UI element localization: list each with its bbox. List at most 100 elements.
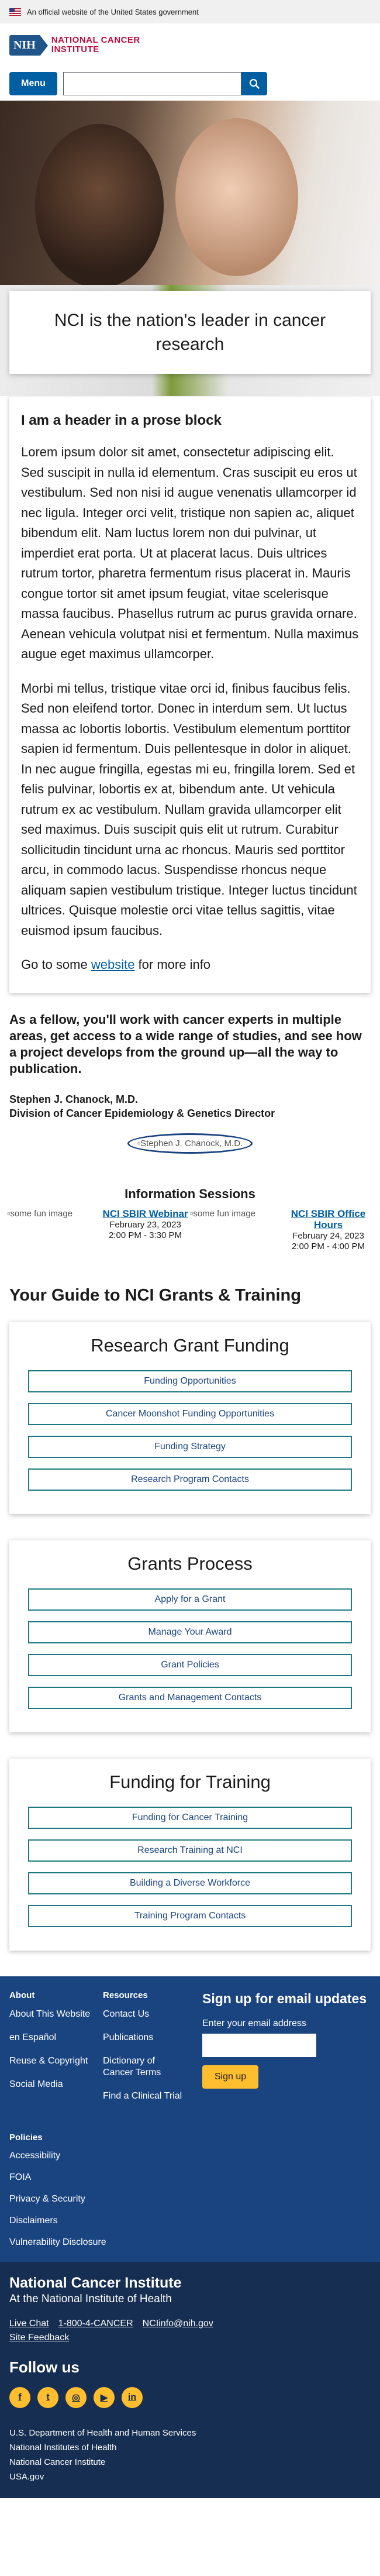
signup-button[interactable]: Sign up	[202, 2065, 258, 2089]
prose-link-line: Go to some website for more info	[21, 957, 211, 972]
session-time: 2:00 PM - 4:00 PM	[291, 1241, 365, 1251]
menu-button[interactable]: Menu	[9, 72, 57, 95]
quote-author-name: Stephen J. Chanock, M.D.	[9, 1093, 139, 1105]
logo-line2: INSTITUTE	[51, 44, 99, 54]
nih-logo-box: NIH	[9, 35, 48, 56]
instagram-icon[interactable]: ◎	[65, 2386, 87, 2408]
footer-link[interactable]: USA.gov	[9, 2470, 371, 2484]
prose-block: I am a header in a prose block Lorem ips…	[9, 396, 371, 993]
facebook-icon[interactable]: f	[9, 2386, 30, 2408]
hhs-links: U.S. Department of Health and Human Serv…	[9, 2426, 371, 2484]
signup-heading: Sign up for email updates	[202, 1990, 367, 2006]
session-date: February 23, 2023	[109, 1219, 181, 1230]
card-link[interactable]: Cancer Moonshot Funding Opportunities	[28, 1402, 352, 1425]
phone-link[interactable]: 1-800-4-CANCER	[58, 2319, 133, 2329]
quote-author-division: Division of Cancer Epidemiology & Geneti…	[9, 1107, 275, 1119]
footer-link[interactable]: Publications	[103, 2032, 185, 2044]
prose-heading: I am a header in a prose block	[21, 412, 222, 428]
search-input[interactable]	[63, 72, 241, 95]
logo-text: NATIONAL CANCER INSTITUTE	[51, 36, 140, 54]
footer-resources: Resources Contact Us Publications Dictio…	[103, 1990, 185, 2114]
email-field[interactable]	[202, 2033, 316, 2057]
twitter-icon[interactable]: t	[37, 2386, 58, 2408]
card-link[interactable]: Training Program Contacts	[28, 1904, 352, 1927]
card-link[interactable]: Grants and Management Contacts	[28, 1686, 352, 1709]
footer-link[interactable]: U.S. Department of Health and Human Serv…	[9, 2426, 371, 2440]
hero-image-person-left	[35, 124, 164, 288]
agency-subtitle: At the National Institute of Health	[9, 2292, 172, 2305]
website-link[interactable]: website	[91, 957, 135, 972]
footer-bottom: National Cancer Institute At the Nationa…	[0, 2261, 380, 2498]
footer-heading: Resources	[103, 1990, 148, 2000]
session-time: 2:00 PM - 3:30 PM	[108, 1230, 182, 1240]
card-link[interactable]: Research Program Contacts	[28, 1468, 352, 1491]
session-image: ▫some fun image	[7, 1208, 73, 1219]
hero: NCI is the nation's leader in cancer res…	[0, 101, 380, 396]
nci-logo[interactable]: NIH NATIONAL CANCER INSTITUTE	[9, 35, 140, 56]
site-feedback-link[interactable]: Site Feedback	[9, 2333, 69, 2343]
gov-banner: An official website of the United States…	[0, 0, 380, 23]
youtube-icon[interactable]: ▶	[94, 2386, 115, 2408]
card-title: Research Grant Funding	[91, 1335, 289, 1356]
card-link[interactable]: Building a Diverse Workforce	[28, 1872, 352, 1894]
fellowship-quote: As a fellow, you'll work with cancer exp…	[0, 993, 380, 1154]
session-item: ▫some fun image NCI SBIR Office Hours Fe…	[190, 1208, 373, 1252]
footer-link[interactable]: Privacy & Security	[9, 2194, 371, 2204]
nav-bar: Menu	[0, 67, 380, 101]
card-link[interactable]: Grant Policies	[28, 1653, 352, 1676]
info-sessions: ▫some fun image NCI SBIR Webinar Februar…	[0, 1208, 380, 1252]
card-link[interactable]: Funding for Cancer Training	[28, 1806, 352, 1829]
footer-link[interactable]: About This Website	[9, 2008, 91, 2020]
hero-title: NCI is the nation's leader in cancer res…	[9, 291, 371, 374]
prose-paragraph: Lorem ipsum dolor sit amet, consectetur …	[21, 445, 359, 661]
social-links: f t ◎ ▶ in	[9, 2386, 371, 2408]
footer-link[interactable]: Disclaimers	[9, 2216, 371, 2226]
session-date: February 24, 2023	[292, 1230, 364, 1241]
footer-link[interactable]: Social Media	[9, 2079, 91, 2090]
us-flag-icon	[9, 8, 21, 16]
card-link[interactable]: Funding Strategy	[28, 1435, 352, 1458]
footer-link[interactable]: National Cancer Institute	[9, 2455, 371, 2470]
linkedin-icon[interactable]: in	[122, 2386, 143, 2408]
footer-heading: About	[9, 1990, 35, 2000]
email-label: Enter your email address	[202, 2018, 306, 2028]
search-icon	[249, 78, 260, 89]
card-title: Grants Process	[127, 1553, 253, 1574]
follow-us-heading: Follow us	[9, 2358, 80, 2376]
footer-link[interactable]: Accessibility	[9, 2151, 371, 2161]
prose-paragraph: Morbi mi tellus, tristique vitae orci id…	[21, 680, 357, 938]
quote-text: As a fellow, you'll work with cancer exp…	[9, 1012, 362, 1076]
footer-link[interactable]: en Español	[9, 2032, 91, 2044]
agency-name: National Cancer Institute	[9, 2274, 182, 2291]
footer-policies: Policies Accessibility FOIA Privacy & Se…	[9, 2133, 371, 2248]
card-link[interactable]: Apply for a Grant	[28, 1588, 352, 1611]
card-link[interactable]: Research Training at NCI	[28, 1839, 352, 1862]
author-portrait-image: ▫Stephen J. Chanock, M.D.	[127, 1133, 253, 1154]
guide-title: Your Guide to NCI Grants & Training	[9, 1285, 301, 1305]
footer-link[interactable]: Dictionary of Cancer Terms	[103, 2055, 185, 2079]
session-link[interactable]: NCI SBIR Webinar	[102, 1208, 188, 1219]
search-button[interactable]	[241, 72, 267, 95]
footer-link[interactable]: Contact Us	[103, 2008, 185, 2020]
card-link[interactable]: Funding Opportunities	[28, 1370, 352, 1392]
card-link[interactable]: Manage Your Award	[28, 1621, 352, 1643]
live-chat-link[interactable]: Live Chat	[9, 2319, 49, 2329]
footer-link[interactable]: Find a Clinical Trial	[103, 2090, 185, 2102]
quote-author: Stephen J. Chanock, M.D. Division of Can…	[9, 1092, 371, 1120]
contact-links: Live Chat 1-800-4-CANCER NCIinfo@nih.gov	[9, 2319, 371, 2329]
hero-image-person-right	[175, 118, 298, 276]
site-header: NIH NATIONAL CANCER INSTITUTE	[0, 23, 380, 67]
email-signup: Sign up for email updates Enter your ema…	[196, 1990, 371, 2114]
footer-link[interactable]: FOIA	[9, 2172, 371, 2183]
session-image: ▫some fun image	[190, 1208, 256, 1219]
info-sessions-title: Information Sessions	[125, 1186, 255, 1201]
footer-link[interactable]: National Institutes of Health	[9, 2440, 371, 2455]
footer-link[interactable]: Vulnerability Disclosure	[9, 2237, 371, 2248]
site-footer: About About This Website en Español Reus…	[0, 1976, 380, 2498]
session-link[interactable]: NCI SBIR Office Hours	[291, 1208, 366, 1230]
email-link[interactable]: NCIinfo@nih.gov	[143, 2319, 213, 2329]
card-funding-for-training: Funding for Training Funding for Cancer …	[9, 1758, 371, 1951]
gov-banner-text: An official website of the United States…	[27, 7, 199, 16]
footer-link[interactable]: Reuse & Copyright	[9, 2055, 91, 2067]
footer-about: About About This Website en Español Reus…	[9, 1990, 91, 2114]
